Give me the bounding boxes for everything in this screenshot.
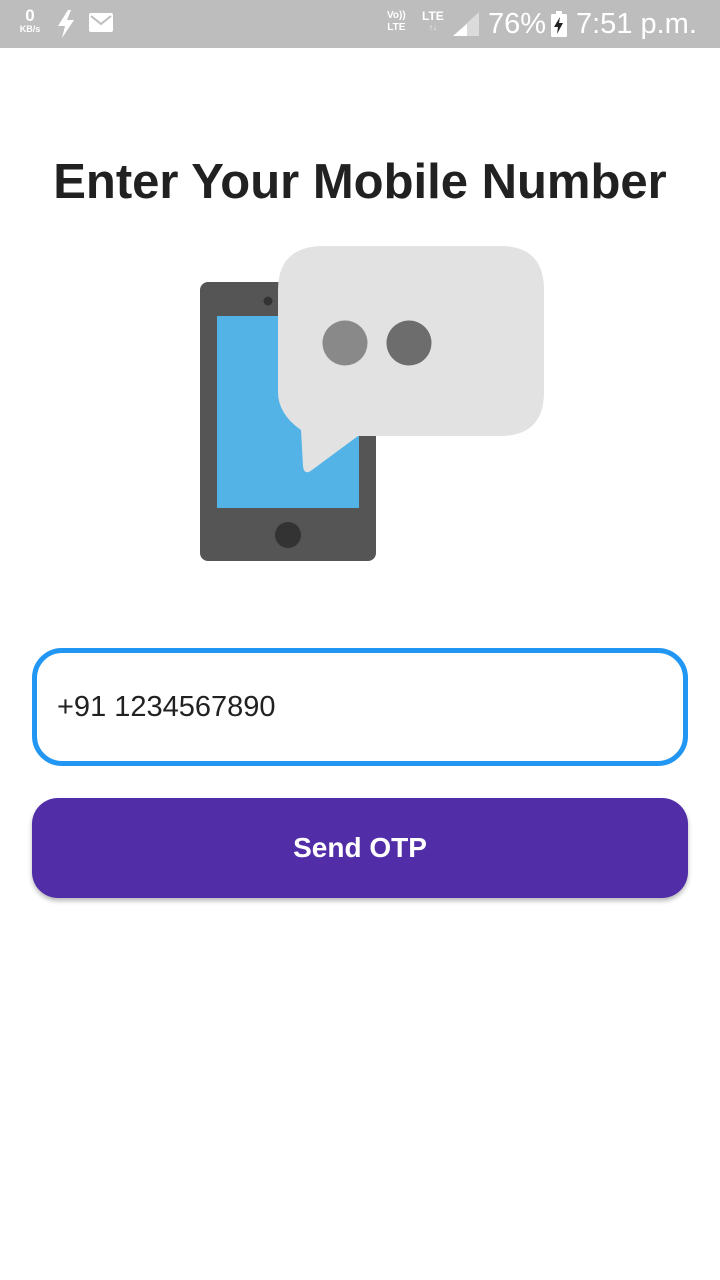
volte-indicator: Vo)) LTE	[387, 10, 406, 34]
send-otp-label: Send OTP	[293, 832, 427, 863]
lte-arrows: ↑↓	[428, 23, 437, 32]
volte-bottom-label: LTE	[387, 22, 406, 33]
signal-icon	[453, 12, 479, 41]
battery-charging-icon	[551, 11, 567, 42]
chat-dot-1	[322, 320, 368, 366]
lte-indicator: LTE ↑↓	[422, 10, 444, 34]
mail-icon	[89, 13, 113, 37]
clock: 7:51 p.m.	[576, 8, 697, 40]
phone-number-input[interactable]: +91 1234567890	[32, 648, 688, 766]
page-title: Enter Your Mobile Number	[53, 155, 667, 209]
network-speed: 0 KB/s	[15, 7, 45, 34]
phone-camera	[263, 296, 273, 306]
network-speed-value: 0	[25, 6, 35, 25]
flash-icon	[55, 10, 77, 43]
phone-chat-illustration	[200, 246, 545, 564]
battery-percent: 76%	[488, 8, 547, 40]
volte-top-label: Vo))	[387, 10, 406, 21]
send-otp-button[interactable]: Send OTP	[32, 798, 688, 898]
status-bar: 0 KB/s Vo)) LTE LTE ↑↓ 76% 7:51 p.m.	[0, 0, 720, 48]
network-speed-unit: KB/s	[19, 24, 41, 34]
lte-label: LTE	[422, 9, 444, 23]
phone-home-button	[275, 522, 301, 548]
chat-dot-2	[386, 320, 432, 366]
phone-number-value: +91 1234567890	[57, 690, 276, 723]
